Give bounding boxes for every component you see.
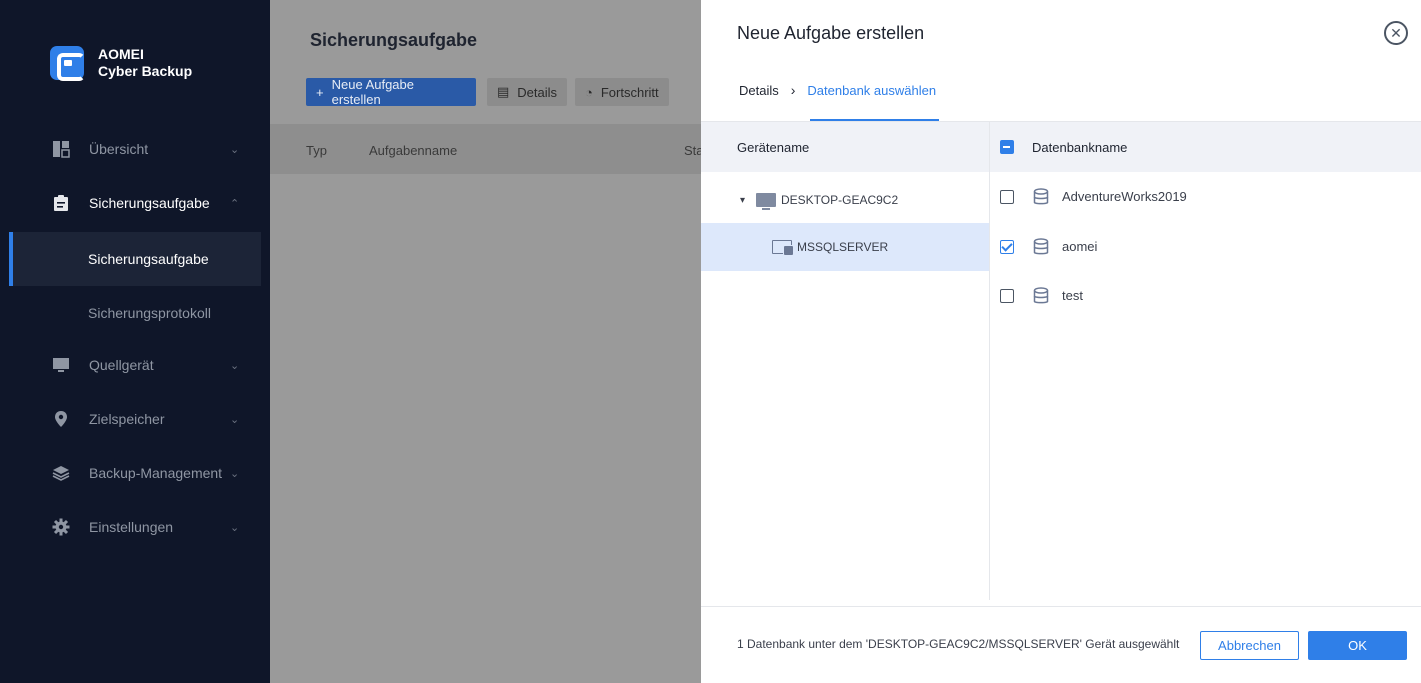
sidebar-item-target-storage[interactable]: Zielspeicher ⌄ <box>0 399 270 439</box>
divider <box>701 606 1421 607</box>
details-label: Details <box>517 84 558 100</box>
new-task-button[interactable]: + Neue Aufgabe erstellen <box>306 77 476 107</box>
device-column-header: Gerätename <box>701 122 989 172</box>
details-button[interactable]: ▤ Details <box>487 78 568 106</box>
dialog-title: Neue Aufgabe erstellen <box>737 23 925 43</box>
sidebar: AOMEI Cyber Backup Übersicht ⌄ Sicherung… <box>0 0 270 683</box>
progress-icon: ◔ <box>585 84 593 100</box>
database-icon <box>1033 187 1049 204</box>
main-content: Sicherungsaufgabe + Neue Aufgabe erstell… <box>270 0 704 683</box>
gear-icon <box>52 518 70 536</box>
database-name: test <box>1062 288 1083 303</box>
device-name: DESKTOP-GEAC9C2 <box>781 193 899 207</box>
list-item[interactable]: aomei <box>990 222 1421 271</box>
tree-node-device[interactable]: ▾ DESKTOP-GEAC9C2 <box>701 176 989 224</box>
sidebar-subitem-backup-log[interactable]: Sicherungsprotokoll <box>9 286 261 340</box>
aomei-logo-icon <box>50 46 85 81</box>
sidebar-item-label: Einstellungen <box>89 519 174 535</box>
new-task-dialog: Neue Aufgabe erstellen ✕ Details › Daten… <box>701 0 1421 683</box>
sidebar-item-source-device[interactable]: Quellgerät ⌄ <box>0 345 270 385</box>
cancel-button[interactable]: Abbrechen <box>1200 631 1299 660</box>
database-header-label: Datenbankname <box>1032 139 1128 155</box>
brand: AOMEI Cyber Backup <box>50 46 192 81</box>
page-title: Sicherungsaufgabe <box>310 30 478 50</box>
database-icon <box>1033 286 1049 303</box>
brand-name: AOMEI Cyber Backup <box>98 46 192 80</box>
selection-summary: 1 Datenbank unter dem 'DESKTOP-GEAC9C2/M… <box>737 637 1180 651</box>
database-name: aomei <box>1062 239 1098 254</box>
plus-icon: + <box>316 84 324 100</box>
brand-line-2: Cyber Backup <box>98 63 193 79</box>
layers-icon <box>52 464 70 482</box>
database-checkbox[interactable] <box>1000 239 1014 254</box>
dashboard-icon <box>52 140 70 158</box>
sidebar-item-label: Quellgerät <box>89 357 154 373</box>
chevron-down-icon: ⌄ <box>230 359 240 372</box>
sidebar-item-backup-task[interactable]: Sicherungsaufgabe ⌃ <box>0 183 270 223</box>
details-icon: ▤ <box>497 84 510 99</box>
sql-server-icon <box>772 240 794 256</box>
clipboard-icon <box>52 194 70 212</box>
list-item[interactable]: test <box>990 271 1421 320</box>
database-icon <box>1033 237 1049 254</box>
brand-line-1: AOMEI <box>98 46 144 62</box>
database-checkbox[interactable] <box>1000 288 1014 303</box>
instance-name: MSSQLSERVER <box>797 240 889 254</box>
sidebar-item-overview[interactable]: Übersicht ⌄ <box>0 129 270 169</box>
task-table-header: Typ Aufgabenname Sta <box>270 124 704 174</box>
sidebar-item-label: Sicherungsprotokoll <box>88 305 211 321</box>
monitor-icon <box>52 356 70 374</box>
chevron-down-icon: ⌄ <box>230 521 240 534</box>
chevron-down-icon[interactable]: ▾ <box>740 195 745 206</box>
location-pin-icon <box>52 410 70 428</box>
chevron-down-icon: ⌄ <box>230 467 240 480</box>
step-details[interactable]: Details <box>739 83 779 98</box>
chevron-right-icon: › <box>790 82 796 98</box>
column-task-name: Aufgabenname <box>369 143 458 158</box>
sidebar-item-label: Sicherungsaufgabe <box>88 251 209 267</box>
progress-label: Fortschritt <box>600 84 659 100</box>
sidebar-subitem-backup-task[interactable]: Sicherungsaufgabe <box>9 232 261 286</box>
progress-button[interactable]: ◔ Fortschritt <box>575 78 669 106</box>
chevron-down-icon: ⌄ <box>230 143 240 156</box>
tree-node-instance[interactable]: MSSQLSERVER <box>701 223 989 271</box>
sidebar-item-label: Übersicht <box>89 141 149 157</box>
list-item[interactable]: AdventureWorks2019 <box>990 172 1421 221</box>
database-column-header: Datenbankname <box>990 122 1421 172</box>
database-checkbox[interactable] <box>1000 189 1014 204</box>
device-header-label: Gerätename <box>737 139 810 155</box>
ok-button[interactable]: OK <box>1308 631 1407 660</box>
sidebar-item-label: Zielspeicher <box>89 411 165 427</box>
close-icon[interactable]: ✕ <box>1384 21 1408 45</box>
chevron-up-icon: ⌃ <box>230 197 240 210</box>
step-breadcrumb: Details › Datenbank auswählen <box>739 82 936 98</box>
database-name: AdventureWorks2019 <box>1062 189 1187 204</box>
sidebar-item-backup-management[interactable]: Backup-Management ⌄ <box>0 453 270 493</box>
sidebar-item-label: Sicherungsaufgabe <box>89 195 210 211</box>
chevron-down-icon: ⌄ <box>230 413 240 426</box>
sidebar-item-settings[interactable]: Einstellungen ⌄ <box>0 507 270 547</box>
select-all-checkbox[interactable] <box>1000 140 1014 154</box>
computer-icon <box>756 193 776 210</box>
sidebar-item-label: Backup-Management <box>89 465 223 481</box>
column-type: Typ <box>306 143 327 158</box>
step-select-database[interactable]: Datenbank auswählen <box>807 83 936 98</box>
new-task-label: Neue Aufgabe erstellen <box>331 77 414 107</box>
